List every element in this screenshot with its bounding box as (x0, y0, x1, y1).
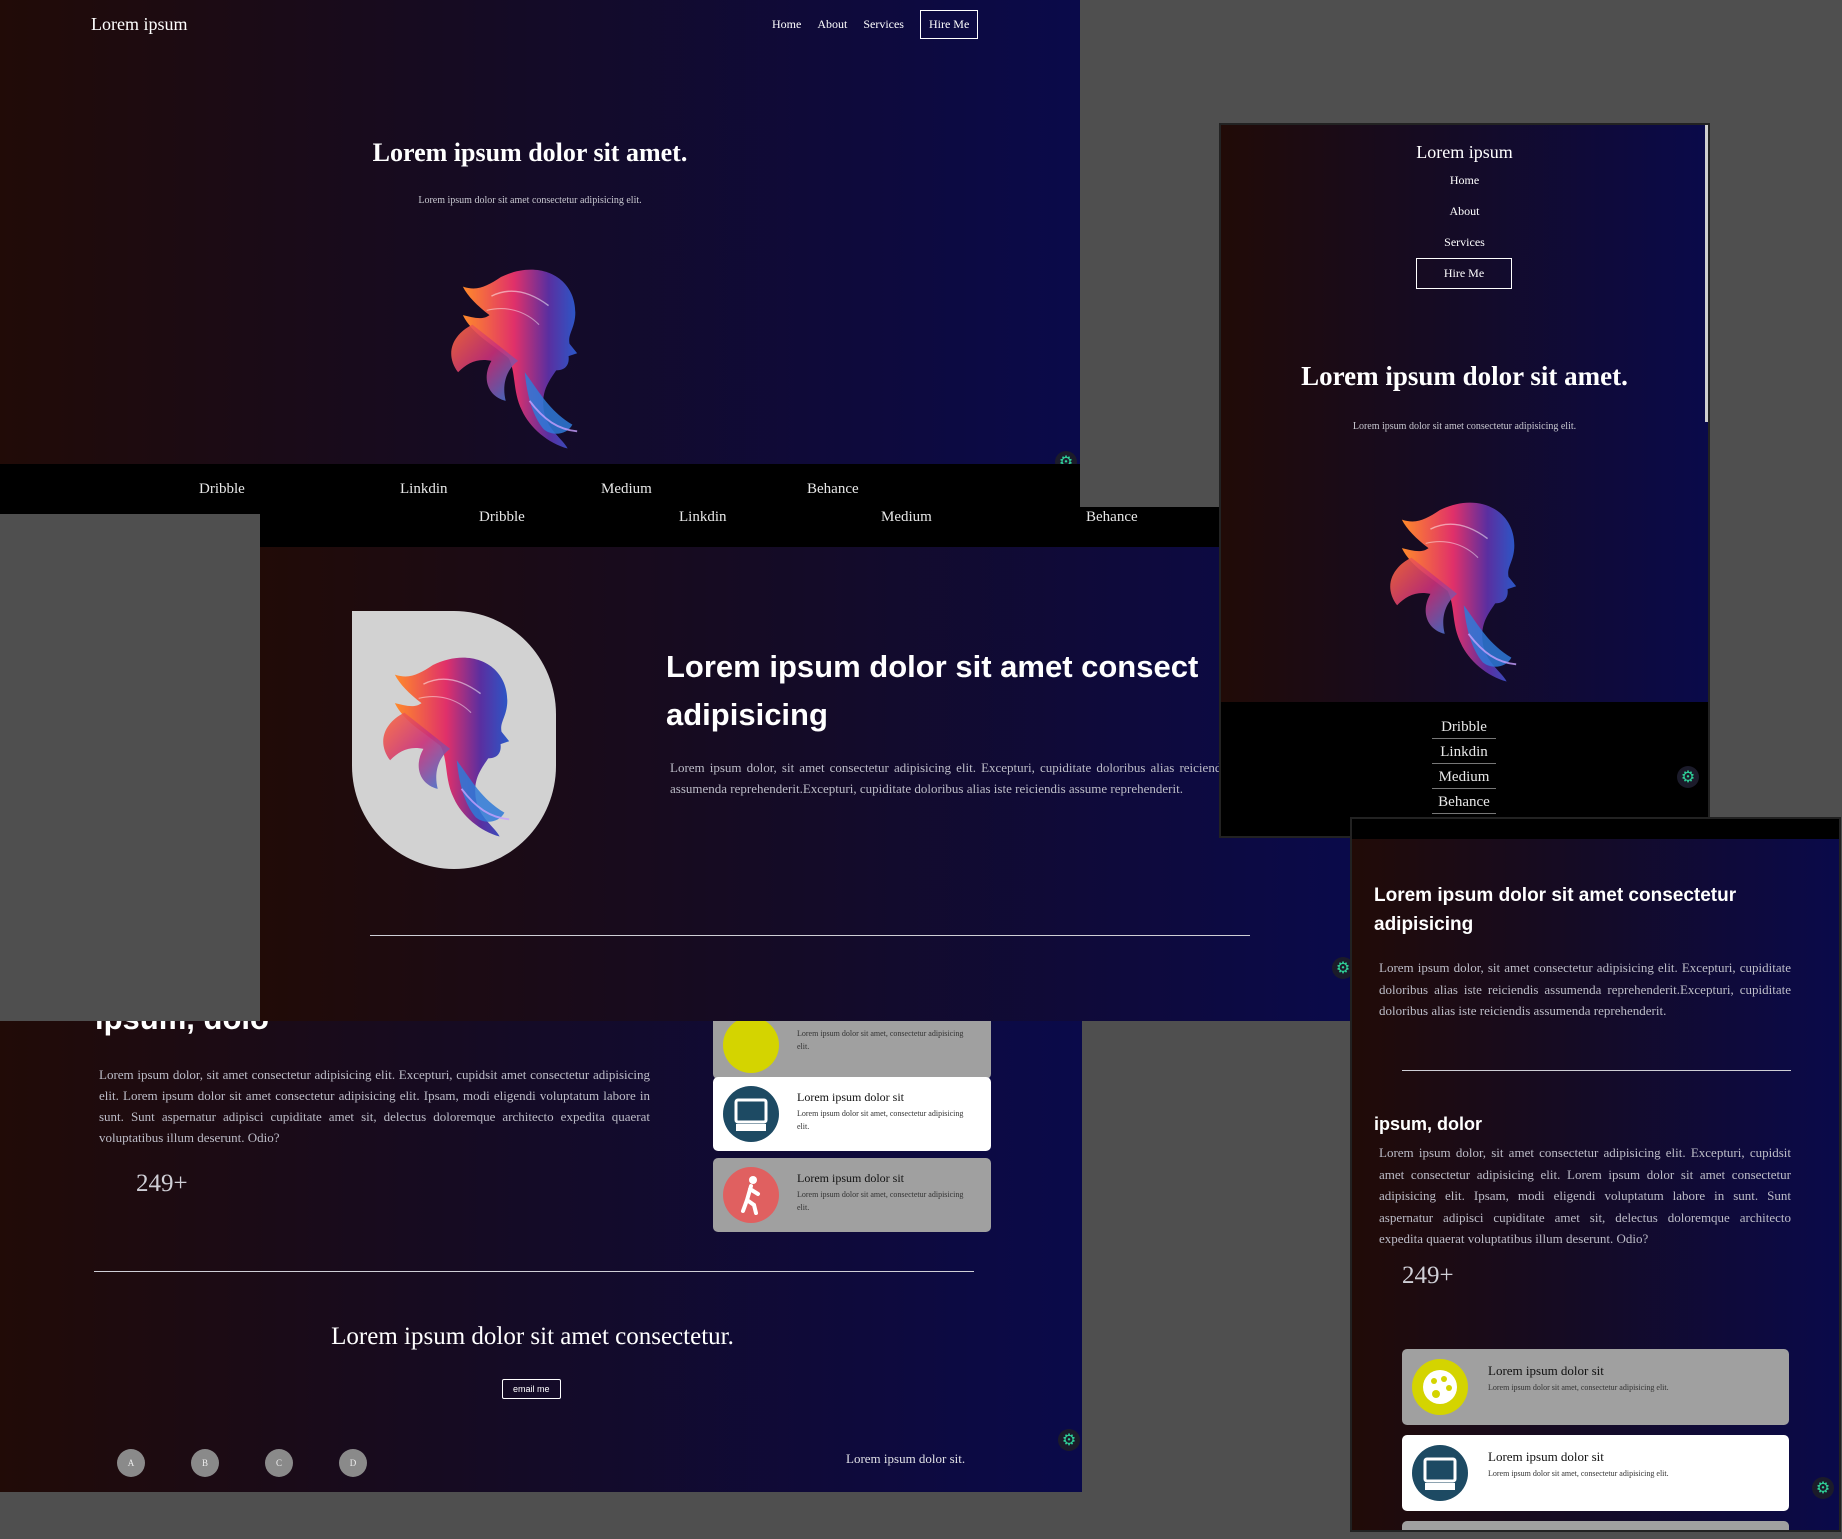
palette-icon (723, 1021, 779, 1073)
section-divider (370, 935, 1250, 936)
about-title: Lorem ipsum dolor sit amet consect adipi… (666, 649, 1199, 732)
service-card-title: Lorem ipsum dolor sit (1488, 1449, 1604, 1464)
gear-icon[interactable]: ⚙ (1058, 1429, 1080, 1451)
service-card-title: Lorem ipsum dolor sit (797, 1171, 904, 1185)
hire-me-button[interactable]: Hire Me (1416, 258, 1512, 289)
skills-counter: 249+ (1402, 1262, 1454, 1289)
nav-about[interactable]: About (1221, 204, 1708, 219)
section-divider (94, 1271, 974, 1272)
skills-text: Lorem ipsum dolor, sit amet consectetur … (99, 1067, 650, 1145)
about-image (382, 656, 511, 838)
nav-services[interactable]: Services (1221, 235, 1708, 250)
skills-title: ipsum, dolo (95, 1021, 269, 1037)
gear-icon[interactable]: ⚙ (1332, 957, 1350, 979)
service-card-title: Lorem ipsum dolor sit (797, 1090, 904, 1104)
hero-image (1369, 491, 1549, 691)
service-card-walking[interactable]: Lorem ipsum dolor sit Lorem ipsum dolor … (713, 1158, 991, 1232)
social-link-medium[interactable]: Medium (601, 481, 652, 498)
monitor-icon (723, 1086, 779, 1142)
nav-home[interactable]: Home (772, 17, 801, 32)
service-card-palette[interactable]: Lorem ipsum dolor sit Lorem ipsum dolor … (1402, 1349, 1789, 1425)
nav-services[interactable]: Services (863, 17, 904, 32)
skills-title: ipsum, dolor (1374, 1114, 1482, 1134)
avatar[interactable]: D (339, 1449, 367, 1477)
palette-icon (1412, 1359, 1468, 1415)
social-link-linkdin[interactable]: Linkdin (1432, 744, 1496, 764)
desktop-hero-panel: Lorem ipsum Home About Services Hire Me … (0, 0, 1080, 464)
social-link-dribble[interactable]: Dribble (1432, 719, 1496, 739)
monitor-icon (1412, 1445, 1468, 1501)
skills-counter: 249+ (136, 1170, 188, 1197)
service-card-monitor[interactable]: Lorem ipsum dolor sit Lorem ipsum dolor … (1402, 1435, 1789, 1511)
social-link-dribble[interactable]: Dribble (479, 509, 525, 526)
mobile-about-panel: Lorem ipsum dolor sit amet consectetur a… (1350, 817, 1841, 1532)
hero-subtitle: Lorem ipsum dolor sit amet consectetur a… (418, 195, 642, 206)
skills-text: Lorem ipsum dolor, sit amet consectetur … (1379, 1145, 1791, 1246)
top-nav: Home About Services Hire Me (756, 10, 979, 39)
walking-icon (723, 1167, 779, 1223)
service-card-walking[interactable] (1402, 1521, 1789, 1530)
section-divider (1402, 1070, 1791, 1071)
avatar[interactable]: A (117, 1449, 145, 1477)
service-card-text: Lorem ipsum dolor sit amet, consectetur … (1488, 1469, 1669, 1478)
about-text: Lorem ipsum dolor, sit amet consectetur … (670, 760, 1230, 796)
about-text: Lorem ipsum dolor, sit amet consectetur … (1379, 960, 1791, 1018)
skills-contact-panel: ipsum, dolo Lorem ipsum dolor, sit amet … (0, 1021, 1082, 1492)
hero-subtitle: Lorem ipsum dolor sit amet consectetur a… (1352, 421, 1577, 432)
service-card-text: Lorem ipsum dolor sit amet, consectetur … (797, 1029, 964, 1051)
contact-title: Lorem ipsum dolor sit amet consectetur. (331, 1323, 734, 1350)
social-link-linkdin[interactable]: Linkdin (679, 509, 727, 526)
service-card-text: Lorem ipsum dolor sit amet, consectetur … (797, 1109, 964, 1131)
social-link-behance[interactable]: Behance (1086, 509, 1138, 526)
social-link-behance[interactable]: Behance (807, 481, 859, 498)
social-link-dribble[interactable]: Dribble (199, 481, 245, 498)
mobile-hero-panel: Lorem ipsum Home About Services Hire Me … (1219, 123, 1710, 838)
social-link-medium[interactable]: Medium (1432, 769, 1496, 789)
service-card-title: Lorem ipsum dolor sit (1488, 1363, 1604, 1378)
social-link-medium[interactable]: Medium (881, 509, 932, 526)
about-panel: Dribble Linkdin Medium Behance Lorem ips… (260, 507, 1350, 1021)
brand-logo[interactable]: Lorem ipsum (91, 14, 188, 35)
service-card-text: Lorem ipsum dolor sit amet, consectetur … (1488, 1383, 1669, 1392)
nav-home[interactable]: Home (1221, 173, 1708, 188)
service-card-text: Lorem ipsum dolor sit amet, consectetur … (797, 1190, 964, 1212)
email-me-button[interactable]: email me (502, 1379, 561, 1399)
gear-icon[interactable]: ⚙ (1812, 1477, 1834, 1499)
gear-icon[interactable]: ⚙ (1677, 766, 1699, 788)
service-card-monitor[interactable]: Lorem ipsum dolor sit Lorem ipsum dolor … (713, 1077, 991, 1151)
hero-title: Lorem ipsum dolor sit amet. (372, 138, 688, 167)
about-image-frame (352, 611, 556, 869)
social-link-behance[interactable]: Behance (1432, 794, 1496, 814)
social-list-mobile: Dribble Linkdin Medium Behance ⚙ (1221, 702, 1708, 836)
hero-title: Lorem ipsum dolor sit amet. (1301, 361, 1628, 391)
hire-me-button[interactable]: Hire Me (919, 10, 979, 39)
nav-about[interactable]: About (817, 17, 847, 32)
gear-icon[interactable]: ⚙ (1055, 451, 1077, 464)
social-link-linkdin[interactable]: Linkdin (400, 481, 448, 498)
avatar[interactable]: B (191, 1449, 219, 1477)
about-title: Lorem ipsum dolor sit amet consectetur a… (1374, 885, 1737, 935)
avatar[interactable]: C (265, 1449, 293, 1477)
brand-logo[interactable]: Lorem ipsum (1221, 142, 1708, 163)
service-card-palette[interactable]: Lorem ipsum dolor sit amet, consectetur … (713, 1021, 991, 1079)
social-strip-about: Dribble Linkdin Medium Behance (260, 507, 1350, 547)
footer-text: Lorem ipsum dolor sit. (846, 1451, 966, 1466)
hero-image (430, 258, 610, 458)
